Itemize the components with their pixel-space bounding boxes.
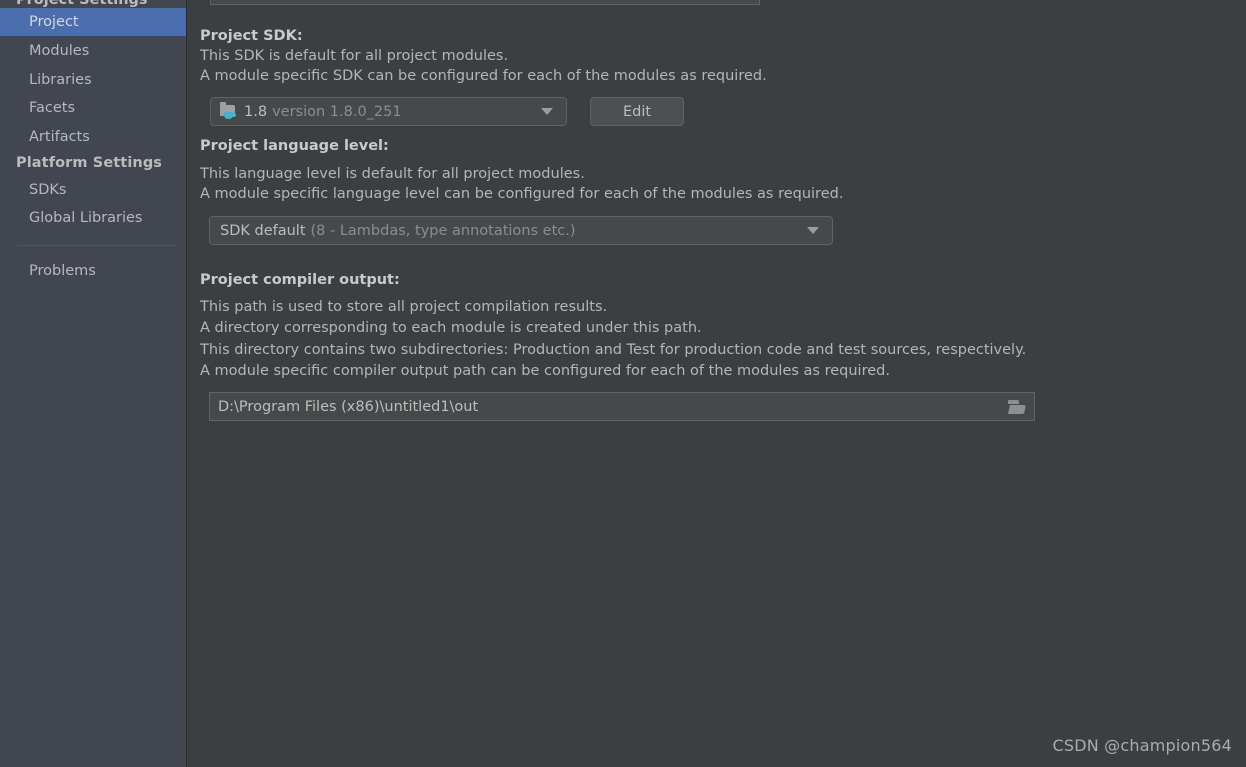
compiler-output-description-line-1: This path is used to store all project c…	[200, 299, 608, 315]
sidebar-item-facets[interactable]: Facets	[0, 94, 186, 122]
language-level-dropdown[interactable]: SDK default (8 - Lambdas, type annotatio…	[209, 216, 833, 245]
sidebar-item-label: Artifacts	[29, 129, 90, 145]
sidebar-item-project[interactable]: Project	[0, 8, 186, 36]
language-level-detail: (8 - Lambdas, type annotations etc.)	[310, 222, 576, 239]
project-sdk-description-line-1: This SDK is default for all project modu…	[200, 48, 509, 64]
compiler-output-path-value: D:\Program Files (x86)\untitled1\out	[218, 398, 479, 415]
compiler-output-path-field[interactable]: D:\Program Files (x86)\untitled1\out	[209, 392, 1035, 421]
settings-dialog: Project Settings Project Modules Librari…	[0, 0, 1246, 767]
sidebar-item-global-libraries[interactable]: Global Libraries	[0, 204, 186, 232]
language-level-description-line-1: This language level is default for all p…	[200, 166, 585, 182]
sidebar-item-label: Modules	[29, 43, 90, 59]
project-sdk-description-line-2: A module specific SDK can be configured …	[200, 68, 767, 84]
sidebar-divider	[18, 245, 178, 246]
java-sdk-icon	[220, 101, 238, 120]
sidebar-item-label: SDKs	[29, 182, 67, 198]
compiler-output-description-line-4: A module specific compiler output path c…	[200, 363, 890, 379]
sidebar-item-libraries[interactable]: Libraries	[0, 66, 186, 94]
sidebar-item-problems[interactable]: Problems	[0, 257, 186, 285]
sidebar-item-modules[interactable]: Modules	[0, 37, 186, 65]
compiler-output-description-line-2: A directory corresponding to each module…	[200, 320, 702, 336]
edit-sdk-button[interactable]: Edit	[590, 97, 684, 126]
sidebar-group-platform-settings: Platform Settings	[16, 155, 163, 171]
sidebar-item-label: Global Libraries	[29, 210, 143, 226]
sidebar-item-sdks[interactable]: SDKs	[0, 176, 186, 204]
project-sdk-title: Project SDK:	[200, 28, 303, 44]
project-name-field-clipped[interactable]	[210, 0, 760, 5]
chevron-down-icon	[541, 108, 553, 115]
compiler-output-description-line-3: This directory contains two subdirectori…	[200, 342, 1027, 358]
project-settings-panel: Project SDK: This SDK is default for all…	[188, 0, 1246, 767]
compiler-output-title: Project compiler output:	[200, 272, 400, 288]
project-sdk-dropdown[interactable]: 1.8 version 1.8.0_251	[210, 97, 567, 126]
project-sdk-value: 1.8 version 1.8.0_251	[244, 104, 541, 120]
project-sdk-version-detail: version 1.8.0_251	[272, 103, 402, 120]
folder-browse-icon[interactable]	[1008, 399, 1026, 414]
sidebar-item-artifacts[interactable]: Artifacts	[0, 123, 186, 151]
settings-sidebar: Project Settings Project Modules Librari…	[0, 0, 187, 767]
sidebar-item-label: Libraries	[29, 72, 92, 88]
watermark: CSDN @champion564	[1052, 736, 1232, 755]
project-sdk-version: 1.8	[244, 103, 268, 120]
sidebar-group-project-settings: Project Settings	[16, 0, 148, 8]
language-level-value: SDK default (8 - Lambdas, type annotatio…	[220, 223, 807, 239]
language-level-selected: SDK default	[220, 222, 306, 239]
language-level-description-line-2: A module specific language level can be …	[200, 186, 844, 202]
language-level-title: Project language level:	[200, 138, 389, 154]
chevron-down-icon	[807, 227, 819, 234]
sidebar-item-label: Project	[29, 14, 79, 30]
sidebar-item-label: Problems	[29, 263, 96, 279]
sidebar-item-label: Facets	[29, 100, 76, 116]
